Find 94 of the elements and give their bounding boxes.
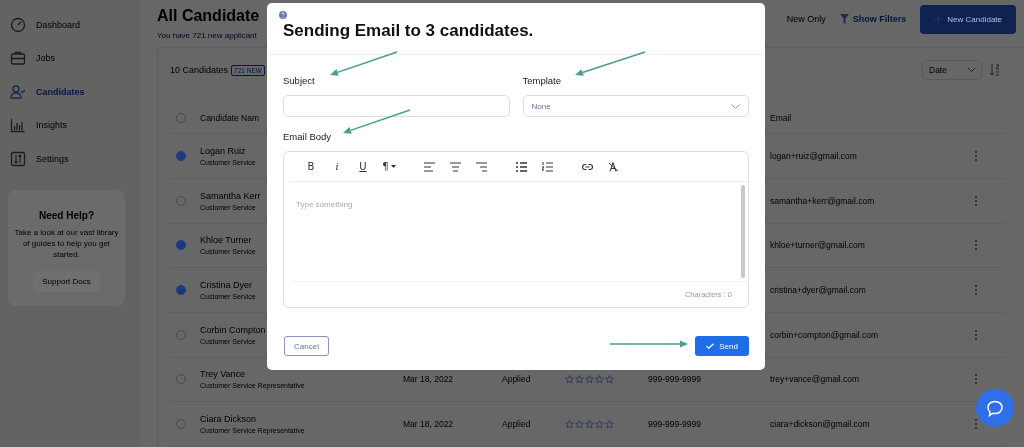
align-right-icon — [475, 161, 487, 172]
format-button[interactable]: U — [350, 156, 376, 177]
template-select[interactable]: None — [522, 95, 749, 117]
star-icon — [575, 419, 584, 429]
column-header: Candidate Nam — [200, 113, 261, 124]
check-icon — [706, 343, 715, 349]
candidate-name[interactable]: Trey Vance — [200, 369, 246, 380]
status-cell: Applied — [502, 419, 531, 430]
star-icon — [585, 374, 594, 384]
phone-cell: 999-999-9999 — [648, 374, 701, 385]
star-icon — [585, 419, 594, 429]
send-button[interactable]: Send — [695, 336, 749, 356]
date-cell: Mar 18, 2022 — [403, 374, 454, 385]
candidate-name[interactable]: Logan Ruiz — [200, 146, 246, 157]
nav-icon — [10, 83, 26, 100]
more-icon[interactable] — [974, 328, 978, 341]
more-icon[interactable] — [974, 239, 978, 252]
chevron-icon — [731, 103, 740, 109]
nav-icon — [10, 50, 26, 67]
column-header: Email — [770, 113, 793, 124]
sort-select[interactable]: Date — [922, 60, 982, 81]
chat-button[interactable] — [976, 389, 1014, 427]
template-label: Template — [522, 73, 563, 88]
email-cell-text: samantha+kerr@gmail.com — [770, 195, 876, 206]
bullet-list-icon — [515, 161, 527, 172]
scrollbar[interactable] — [741, 185, 745, 278]
email-cell-text: khloe+turner@gmail.com — [770, 240, 866, 251]
more-icon[interactable] — [974, 418, 978, 431]
sidebar-item[interactable]: Jobs — [0, 41, 140, 75]
status-cell: Applied — [502, 374, 531, 385]
more-icon[interactable] — [974, 194, 978, 207]
email-cell-text: logan+ruiz@gmail.com — [770, 151, 858, 162]
clear-format-icon — [607, 161, 619, 172]
star-icon — [565, 374, 574, 384]
chat-icon — [986, 399, 1004, 417]
star-icon — [595, 374, 604, 384]
date-cell: Mar 18, 2022 — [403, 419, 454, 430]
nav-icon — [10, 16, 26, 33]
star-icon — [605, 419, 614, 429]
format-button[interactable]: ¶ — [376, 156, 402, 177]
star-icon — [575, 374, 584, 384]
email-cell-text: corbin+compton@gmail.com — [770, 329, 880, 340]
sidebar-item[interactable]: Settings — [0, 142, 140, 176]
star-icon — [595, 419, 604, 429]
new-candidate-button[interactable]: New Candidate — [920, 4, 1016, 34]
help-icon[interactable] — [279, 11, 287, 19]
sidebar-item[interactable]: Insights — [0, 108, 140, 142]
star-icon — [565, 419, 574, 429]
nav-icon — [10, 150, 26, 167]
row-checkbox[interactable] — [176, 151, 186, 162]
support-docs-button[interactable]: Support Docs — [33, 270, 100, 292]
chevron-icon — [968, 68, 975, 73]
caret-icon — [390, 165, 396, 168]
nav-icon — [10, 117, 26, 134]
email-cell-text: cristina+dyer@gmail.com — [770, 285, 867, 296]
numbered-list-icon — [541, 161, 553, 172]
row-checkbox[interactable] — [176, 285, 186, 296]
format-button[interactable]: i — [324, 156, 350, 177]
filter-icon — [839, 14, 849, 24]
candidate-count: 10 Candidates — [170, 65, 229, 76]
subject-label: Subject — [283, 73, 316, 88]
more-icon[interactable] — [974, 150, 978, 163]
email-cell-text: ciara+dickson@gmail.com — [770, 419, 871, 430]
sidebar-item[interactable]: Dashboard — [0, 8, 140, 42]
candidate-name[interactable]: Corbin Compton — [200, 324, 266, 335]
sort-icon[interactable] — [990, 64, 1000, 77]
more-icon[interactable] — [974, 284, 978, 297]
format-button[interactable]: B — [298, 156, 324, 177]
align-left-icon — [423, 161, 435, 172]
candidate-name[interactable]: Cristina Dyer — [200, 280, 252, 291]
help-text: Take a look at our vast library of guides to help you get started. — [14, 226, 119, 260]
cancel-button[interactable]: Cancel — [284, 336, 329, 356]
show-filters-button[interactable]: Show Filters — [839, 14, 907, 24]
help-title: Need Help? — [39, 209, 94, 221]
candidate-name[interactable]: Khloe Turner — [200, 235, 252, 246]
new-only-toggle[interactable]: New Only — [786, 14, 826, 24]
more-icon[interactable] — [974, 373, 978, 386]
page-subtitle: You have 721 new applicant — [157, 31, 258, 40]
star-icon — [605, 374, 614, 384]
candidate-name[interactable]: Samantha Kerr — [200, 190, 261, 201]
email-cell-text: trey+vance@gmail.com — [770, 374, 861, 385]
body-label: Email Body — [283, 129, 333, 144]
subject-field[interactable] — [283, 95, 510, 117]
page-title: All Candidate — [157, 7, 260, 25]
annotation-arrow — [343, 109, 411, 134]
dialog-title: Sending Email to 3 candidates. — [283, 21, 535, 41]
annotation-arrow — [575, 51, 646, 76]
phone-cell: 999-999-9999 — [648, 419, 701, 430]
sidebar-item[interactable]: Candidates — [0, 75, 140, 109]
link-icon — [581, 161, 593, 172]
align-center-icon — [449, 161, 461, 172]
candidate-name[interactable]: Ciara Dickson — [200, 414, 257, 425]
row-checkbox[interactable] — [176, 240, 186, 251]
annotation-arrow — [330, 51, 398, 76]
